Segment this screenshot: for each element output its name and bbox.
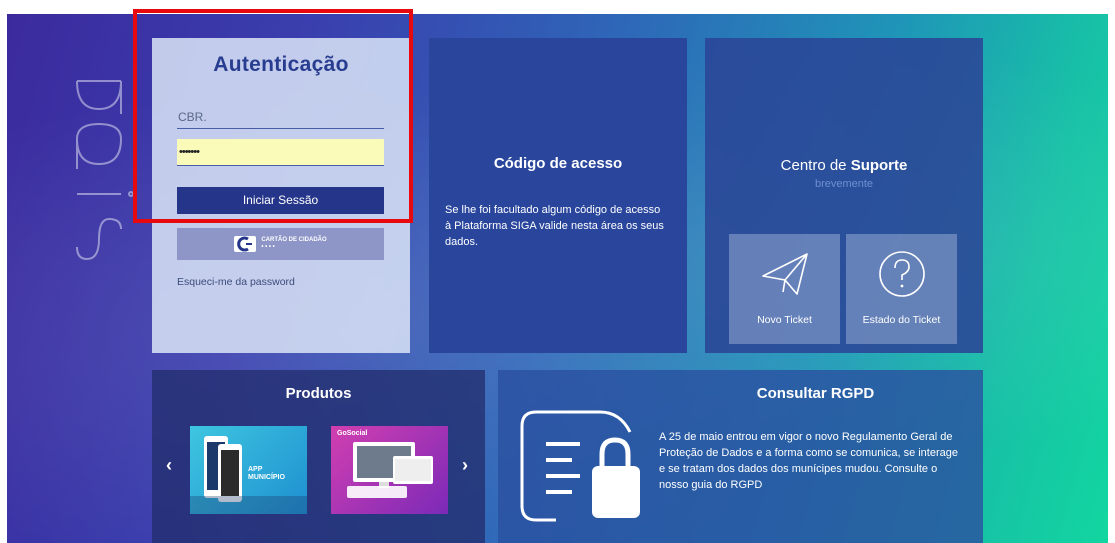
new-ticket-label: Novo Ticket bbox=[757, 314, 812, 326]
carousel-next-button[interactable]: › bbox=[462, 455, 468, 476]
access-code-title: Código de acesso bbox=[493, 155, 623, 172]
municipio-label: MUNICÍPIO bbox=[248, 474, 285, 481]
rgpd-title: Consultar RGPD bbox=[756, 385, 875, 402]
question-icon bbox=[879, 251, 925, 297]
citizen-card-button[interactable]: CARTÃO DE CIDADÃO • • • • bbox=[177, 228, 384, 260]
product-app-municipio[interactable]: APP MUNICÍPIO bbox=[190, 426, 307, 514]
paper-plane-icon bbox=[762, 253, 808, 295]
devices-mockup-image bbox=[347, 442, 433, 498]
app-label: APP bbox=[248, 466, 263, 473]
citizen-card-dots: • • • • bbox=[261, 244, 275, 250]
gosocial-label: GoSocial bbox=[337, 430, 368, 437]
access-code-card[interactable]: Código de acesso Se lhe foi facultado al… bbox=[429, 38, 687, 353]
support-soon-label: brevemente bbox=[814, 178, 874, 190]
document-lock-icon bbox=[520, 410, 640, 522]
products-title: Produtos bbox=[285, 385, 352, 402]
new-ticket-tile[interactable]: Novo Ticket bbox=[729, 234, 840, 344]
siga-logo bbox=[76, 80, 134, 261]
rgpd-description: A 25 de maio entrou em vigor o novo Regu… bbox=[659, 431, 958, 491]
highlight-box bbox=[133, 9, 413, 223]
product-gosocial[interactable]: GoSocial bbox=[331, 426, 448, 514]
access-code-description: Se lhe foi facultado algum código de ace… bbox=[445, 204, 664, 248]
citizen-card-label: CARTÃO DE CIDADÃO bbox=[261, 237, 327, 243]
support-card: Centro de Suporte brevemente Novo Ticket… bbox=[705, 38, 983, 353]
forgot-password-link[interactable]: Esqueci-me da password bbox=[177, 276, 295, 288]
ticket-status-label: Estado do Ticket bbox=[862, 314, 941, 326]
citizen-card-icon bbox=[234, 236, 257, 252]
ticket-status-tile[interactable]: Estado do Ticket bbox=[846, 234, 957, 344]
carousel-prev-button[interactable]: ‹ bbox=[166, 455, 172, 476]
support-title: Centro de Suporte bbox=[780, 157, 908, 174]
rgpd-card[interactable]: Consultar RGPD A 25 de maio entrou em vi… bbox=[498, 370, 983, 543]
products-card: Produtos ‹ APP MUNICÍPIO GoSocial › bbox=[152, 370, 485, 543]
